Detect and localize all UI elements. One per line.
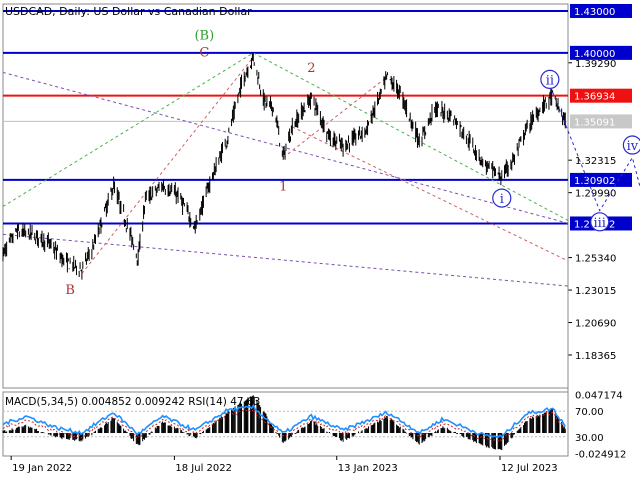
price-tick-label: 1.39290 xyxy=(575,59,616,70)
price-tick-label: 1.23015 xyxy=(575,286,616,297)
wave-label: iii xyxy=(593,216,605,231)
indicator-title: MACD(5,34,5) 0.004852 0.009242 RSI(14) 4… xyxy=(5,396,260,408)
price-tick-label: 1.32315 xyxy=(575,156,616,167)
indicator-tick-label: 70.00 xyxy=(575,407,604,418)
level-label: 1.40000 xyxy=(574,49,615,60)
wave-label: B xyxy=(65,283,75,298)
chart-title: USDCAD, Daily: US Dollar vs Canadian Dol… xyxy=(5,5,252,18)
level-label: 1.43000 xyxy=(574,7,615,18)
time-tick-label: 12 Jul 2023 xyxy=(501,463,558,474)
wave-label: 1 xyxy=(279,180,287,195)
wave-label: ii xyxy=(546,73,554,88)
price-tick-label: 1.25340 xyxy=(575,254,616,265)
price-tick-label: 1.18365 xyxy=(575,351,616,362)
time-tick-label: 19 Jan 2022 xyxy=(12,463,72,474)
price-tick-label: 1.29990 xyxy=(575,189,616,200)
current-price-label: 1.35091 xyxy=(574,117,615,128)
indicator-tick-label: -0.024912 xyxy=(575,449,626,460)
price-tick-label: 1.20690 xyxy=(575,319,616,330)
indicator-tick-label: 30.00 xyxy=(575,433,604,444)
wave-label: iv xyxy=(627,139,639,154)
time-tick-label: 13 Jan 2023 xyxy=(338,463,398,474)
level-label: 1.30902 xyxy=(574,176,615,187)
time-tick-label: 18 Jul 2022 xyxy=(175,463,232,474)
wave-label: C xyxy=(199,45,209,60)
wave-label: i xyxy=(500,192,504,207)
wave-label: (B) xyxy=(194,29,214,44)
level-label: 1.36934 xyxy=(574,92,615,103)
wave-label: 2 xyxy=(307,61,315,76)
indicator-tick-label: 0.047174 xyxy=(575,390,623,401)
chart-canvas: 1.39290 1.32315 1.29990 1.25340 1.23015 1.206… xyxy=(0,0,640,480)
